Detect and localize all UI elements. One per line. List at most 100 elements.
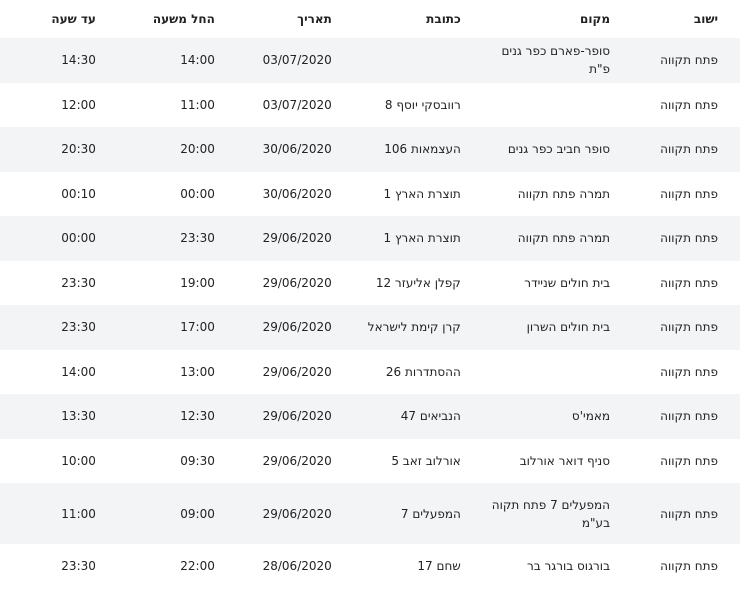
cell-place-text: סניף דואר אורלוב	[519, 453, 611, 468]
cell-from: 19:00	[103, 260, 223, 305]
cell-to: 23:30	[0, 544, 104, 589]
cell-from: 12:30	[103, 394, 223, 439]
table-row: פתח תקווה בית חולים השרון קרן קימת לישרא…	[0, 305, 740, 350]
cell-place-text: המפעלים 7 פתח תקוה בע"מ	[491, 497, 611, 530]
cell-address	[339, 38, 469, 83]
cell-to: 00:10	[0, 171, 104, 216]
cell-address: העצמאות 106	[339, 127, 469, 172]
cell-date: 29/06/2020	[222, 260, 340, 305]
cell-address: תוצרת הארץ 1	[339, 171, 469, 216]
cell-from: 09:30	[103, 438, 223, 483]
cell-to: 00:00	[0, 216, 104, 261]
cell-from: 14:00	[103, 38, 223, 83]
cell-to: 11:00	[0, 483, 104, 544]
cell-place-text: בורגוס בורגר בר	[526, 559, 611, 574]
cell-address: הנביאים 47	[339, 394, 469, 439]
cell-to: 13:30	[0, 394, 104, 439]
table-row: פתח תקווה סופר-פארם כפר גנים פ"ת 03/07/2…	[0, 38, 740, 83]
cell-date: 30/06/2020	[222, 171, 340, 216]
table-row: פתח תקווה תמרה פתח תקווה תוצרת הארץ 1 30…	[0, 171, 740, 216]
cell-date: 03/07/2020	[222, 82, 340, 127]
cell-from: 17:00	[103, 305, 223, 350]
cell-address: קרן קימת לישראל	[339, 305, 469, 350]
table-body: פתח תקווה סופר-פארם כפר גנים פ"ת 03/07/2…	[0, 38, 740, 589]
cell-place-text: תמרה פתח תקווה	[517, 186, 611, 201]
cell-place: מאמי'ס	[468, 394, 619, 439]
cell-city: פתח תקווה	[618, 127, 740, 172]
exposure-locations-table: ישוב מקום כתובת תאריך החל משעה עד שעה פת…	[0, 0, 740, 589]
cell-address: רוובסקי יוסף 8	[339, 82, 469, 127]
table-row: פתח תקווה סניף דואר אורלוב אורלוב זאב 5 …	[0, 438, 740, 483]
cell-date: 29/06/2020	[222, 216, 340, 261]
cell-place: סניף דואר אורלוב	[468, 438, 619, 483]
cell-place: תמרה פתח תקווה	[468, 171, 619, 216]
cell-place: בית חולים השרון	[468, 305, 619, 350]
table-row: פתח תקווה רוובסקי יוסף 8 03/07/2020 11:0…	[0, 82, 740, 127]
cell-to: 12:00	[0, 82, 104, 127]
cell-to: 23:30	[0, 305, 104, 350]
cell-address: אורלוב זאב 5	[339, 438, 469, 483]
table-row: פתח תקווה סופר חביב כפר גנים העצמאות 106…	[0, 127, 740, 172]
table-row: פתח תקווה בית חולים שניידר קפלן אליעזר 1…	[0, 260, 740, 305]
cell-city: פתח תקווה	[618, 544, 740, 589]
cell-place-text: סופר-פארם כפר גנים פ"ת	[501, 44, 611, 77]
header-date[interactable]: תאריך	[222, 0, 340, 38]
cell-date: 03/07/2020	[222, 38, 340, 83]
cell-address: ההסתדרות 26	[339, 349, 469, 394]
cell-to: 14:00	[0, 349, 104, 394]
cell-from: 11:00	[103, 82, 223, 127]
cell-place-text: בית חולים השרון	[526, 320, 611, 335]
cell-date: 29/06/2020	[222, 394, 340, 439]
table-row: פתח תקווה מאמי'ס הנביאים 47 29/06/2020 1…	[0, 394, 740, 439]
cell-place-text: מאמי'ס	[571, 409, 611, 424]
header-place[interactable]: מקום	[468, 0, 619, 38]
cell-place: תמרה פתח תקווה	[468, 216, 619, 261]
table-row: פתח תקווה בורגוס בורגר בר שחם 17 28/06/2…	[0, 544, 740, 589]
header-row: ישוב מקום כתובת תאריך החל משעה עד שעה	[0, 0, 740, 38]
cell-city: פתח תקווה	[618, 349, 740, 394]
table-row: פתח תקווה ההסתדרות 26 29/06/2020 13:00 1…	[0, 349, 740, 394]
header-city[interactable]: ישוב	[618, 0, 740, 38]
cell-to: 20:30	[0, 127, 104, 172]
cell-place-text: סופר חביב כפר גנים	[507, 142, 611, 157]
cell-date: 29/06/2020	[222, 483, 340, 544]
cell-to: 23:30	[0, 260, 104, 305]
cell-date: 29/06/2020	[222, 349, 340, 394]
cell-place: סופר-פארם כפר גנים פ"ת	[468, 38, 619, 83]
cell-from: 13:00	[103, 349, 223, 394]
cell-place-text: תמרה פתח תקווה	[517, 231, 611, 246]
cell-place	[468, 349, 619, 394]
cell-from: 23:30	[103, 216, 223, 261]
cell-place-text: בית חולים שניידר	[524, 275, 611, 290]
cell-city: פתח תקווה	[618, 260, 740, 305]
table-row: פתח תקווה המפעלים 7 פתח תקוה בע"מ המפעלי…	[0, 483, 740, 544]
cell-to: 14:30	[0, 38, 104, 83]
cell-city: פתח תקווה	[618, 216, 740, 261]
cell-city: פתח תקווה	[618, 305, 740, 350]
cell-city: פתח תקווה	[618, 438, 740, 483]
header-address[interactable]: כתובת	[339, 0, 469, 38]
cell-place: בורגוס בורגר בר	[468, 544, 619, 589]
header-to[interactable]: עד שעה	[0, 0, 104, 38]
cell-place: בית חולים שניידר	[468, 260, 619, 305]
cell-place: המפעלים 7 פתח תקוה בע"מ	[468, 483, 619, 544]
cell-date: 29/06/2020	[222, 305, 340, 350]
cell-city: פתח תקווה	[618, 171, 740, 216]
cell-city: פתח תקווה	[618, 38, 740, 83]
cell-address: שחם 17	[339, 544, 469, 589]
cell-city: פתח תקווה	[618, 82, 740, 127]
cell-from: 09:00	[103, 483, 223, 544]
cell-from: 00:00	[103, 171, 223, 216]
cell-from: 20:00	[103, 127, 223, 172]
cell-address: המפעלים 7	[339, 483, 469, 544]
header-from[interactable]: החל משעה	[103, 0, 223, 38]
cell-place	[468, 82, 619, 127]
table-row: פתח תקווה תמרה פתח תקווה תוצרת הארץ 1 29…	[0, 216, 740, 261]
cell-date: 29/06/2020	[222, 438, 340, 483]
cell-address: קפלן אליעזר 12	[339, 260, 469, 305]
cell-place: סופר חביב כפר גנים	[468, 127, 619, 172]
cell-city: פתח תקווה	[618, 394, 740, 439]
cell-date: 30/06/2020	[222, 127, 340, 172]
cell-to: 10:00	[0, 438, 104, 483]
cell-from: 22:00	[103, 544, 223, 589]
